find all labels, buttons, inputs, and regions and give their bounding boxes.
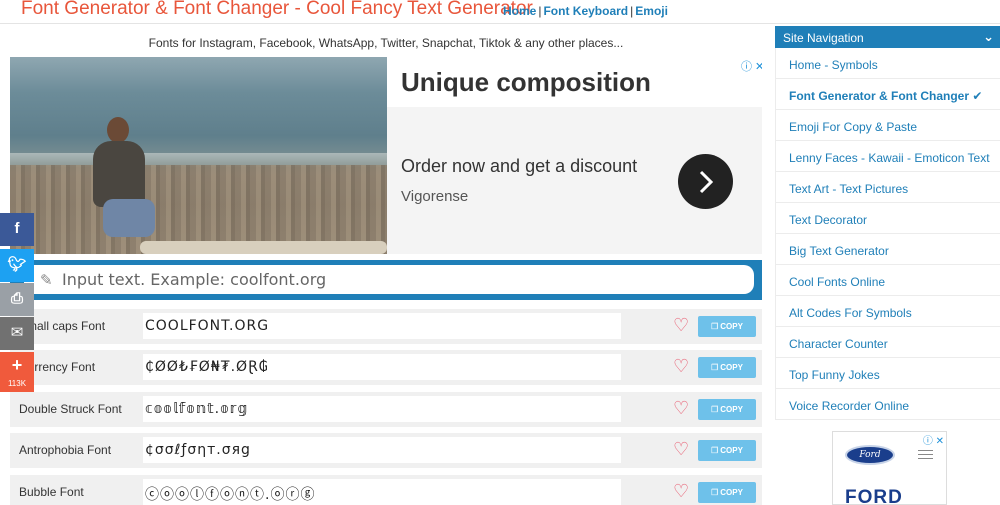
copy-button[interactable]: ❐ COPY: [698, 482, 756, 503]
print-icon: ⎙: [10, 290, 23, 307]
sidebar-item-emoji[interactable]: Emoji For Copy & Paste: [775, 110, 1000, 141]
share-print-button[interactable]: ⎙: [0, 283, 34, 316]
sidebar-item-alt-codes[interactable]: Alt Codes For Symbols: [775, 296, 1000, 327]
sidebar-item-home[interactable]: Home - Symbols: [775, 48, 1000, 79]
copy-icon: ❐: [711, 322, 719, 331]
site-navigation: Site Navigation ⌄ Home - Symbols Font Ge…: [775, 26, 1000, 420]
font-sample[interactable]: ¢σσℓƒσηт.σяg: [143, 437, 621, 463]
ad-choices-icon[interactable]: ⓘ ✕: [923, 432, 944, 447]
font-row: Antrophobia Font ¢σσℓƒσηт.σяg ♡ ❐ COPY: [10, 433, 762, 468]
copy-button[interactable]: ❐ COPY: [698, 440, 756, 461]
font-keyboard-link[interactable]: Font Keyboard: [543, 4, 628, 18]
font-name: Bubble Font: [19, 485, 84, 499]
copy-button[interactable]: ❐ COPY: [698, 357, 756, 378]
copy-button[interactable]: ❐ COPY: [698, 316, 756, 337]
sitting-man-image: [85, 117, 155, 247]
sidebar-item-lenny-faces[interactable]: Lenny Faces - Kawaii - Emoticon Text: [775, 141, 1000, 172]
site-title[interactable]: Font Generator & Font Changer - Cool Fan…: [21, 0, 533, 20]
twitter-icon: 🐦︎: [7, 256, 27, 273]
sidebar-item-voice-recorder[interactable]: Voice Recorder Online: [775, 389, 1000, 420]
sidebar-item-text-decorator[interactable]: Text Decorator: [775, 203, 1000, 234]
share-facebook-button[interactable]: f: [0, 213, 34, 246]
sidebar-item-big-text[interactable]: Big Text Generator: [775, 234, 1000, 265]
heart-icon[interactable]: ♡: [673, 315, 689, 336]
font-sample[interactable]: COOLFONT.ORG: [143, 313, 621, 339]
ad-offer[interactable]: Order now and get a discount: [401, 156, 637, 177]
font-name: Double Struck Font: [19, 402, 122, 416]
font-row: Small caps Font COOLFONT.ORG ♡ ❐ COPY: [10, 309, 762, 344]
copy-button[interactable]: ❐ COPY: [698, 399, 756, 420]
plus-icon: +: [11, 355, 23, 375]
link-separator: |: [630, 4, 634, 18]
share-twitter-button[interactable]: 🐦︎: [0, 249, 34, 282]
ad-choices-icon[interactable]: ⓘ ✕: [741, 58, 762, 74]
emoji-link[interactable]: Emoji: [635, 4, 668, 18]
site-header: Font Generator & Font Changer - Cool Fan…: [0, 0, 1000, 24]
ad-brand: FORD: [845, 487, 903, 505]
font-sample[interactable]: 𝕔𝕠𝕠𝕝𝕗𝕠𝕟𝕥.𝕠𝕣𝕘: [143, 396, 621, 422]
heart-icon[interactable]: ♡: [673, 398, 689, 419]
link-separator: |: [538, 4, 542, 18]
menu-icon[interactable]: [918, 450, 933, 462]
ad-headline[interactable]: Unique composition: [401, 67, 651, 98]
ad-banner[interactable]: Unique composition Order now and get a d…: [10, 57, 762, 254]
share-count: 113K: [7, 379, 27, 388]
sidebar-item-funny-jokes[interactable]: Top Funny Jokes: [775, 358, 1000, 389]
ad-brand[interactable]: Vigorense: [401, 188, 468, 205]
text-input-wrapper: ✎: [24, 265, 754, 294]
copy-icon: ❐: [711, 363, 719, 372]
font-row: Double Struck Font 𝕔𝕠𝕠𝕝𝕗𝕠𝕟𝕥.𝕠𝕣𝕘 ♡ ❐ COPY: [10, 392, 762, 427]
facebook-icon: f: [14, 220, 20, 237]
chevron-right-icon: [699, 170, 714, 194]
site-navigation-title: Site Navigation: [783, 31, 864, 45]
sidebar-item-cool-fonts[interactable]: Cool Fonts Online: [775, 265, 1000, 296]
email-icon: ✉: [10, 324, 24, 341]
copy-icon: ❐: [711, 446, 719, 455]
top-links: Home | Font Keyboard | Emoji: [503, 4, 668, 18]
ad-image: [10, 57, 387, 254]
font-row: Currency Font ₵ØØ₺₣Ø₦₮.ØⱤ₲ ♡ ❐ COPY: [10, 350, 762, 385]
ford-logo: Ford: [845, 445, 895, 465]
tagline: Fonts for Instagram, Facebook, WhatsApp,…: [148, 36, 624, 50]
font-sample[interactable]: ₵ØØ₺₣Ø₦₮.ØⱤ₲: [143, 354, 621, 380]
side-ad[interactable]: ⓘ ✕ Ford FORD: [832, 431, 947, 505]
chevron-down-icon[interactable]: ⌄: [983, 29, 994, 45]
copy-icon: ❐: [711, 488, 719, 497]
sidebar-item-font-generator[interactable]: Font Generator & Font Changer ✔: [775, 79, 1000, 110]
home-link[interactable]: Home: [503, 4, 536, 18]
copy-icon: ❐: [711, 405, 719, 414]
text-input-bar: ✎: [10, 260, 762, 300]
sidebar-item-character-counter[interactable]: Character Counter: [775, 327, 1000, 358]
ad-arrow-button[interactable]: [678, 154, 733, 209]
sidebar-item-text-art[interactable]: Text Art - Text Pictures: [775, 172, 1000, 203]
heart-icon[interactable]: ♡: [673, 356, 689, 377]
font-name: Antrophobia Font: [19, 443, 112, 457]
share-email-button[interactable]: ✉: [0, 317, 34, 350]
pencil-icon: ✎: [40, 272, 53, 289]
heart-icon[interactable]: ♡: [673, 481, 689, 502]
font-sample[interactable]: ⓒⓞⓞⓛⓕⓞⓝⓣ.ⓞⓡⓖ: [143, 479, 621, 505]
heart-icon[interactable]: ♡: [673, 439, 689, 460]
font-row: Bubble Font ⓒⓞⓞⓛⓕⓞⓝⓣ.ⓞⓡⓖ ♡ ❐ COPY: [10, 475, 762, 505]
site-navigation-header[interactable]: Site Navigation ⌄: [775, 26, 1000, 48]
text-input[interactable]: [62, 268, 742, 291]
